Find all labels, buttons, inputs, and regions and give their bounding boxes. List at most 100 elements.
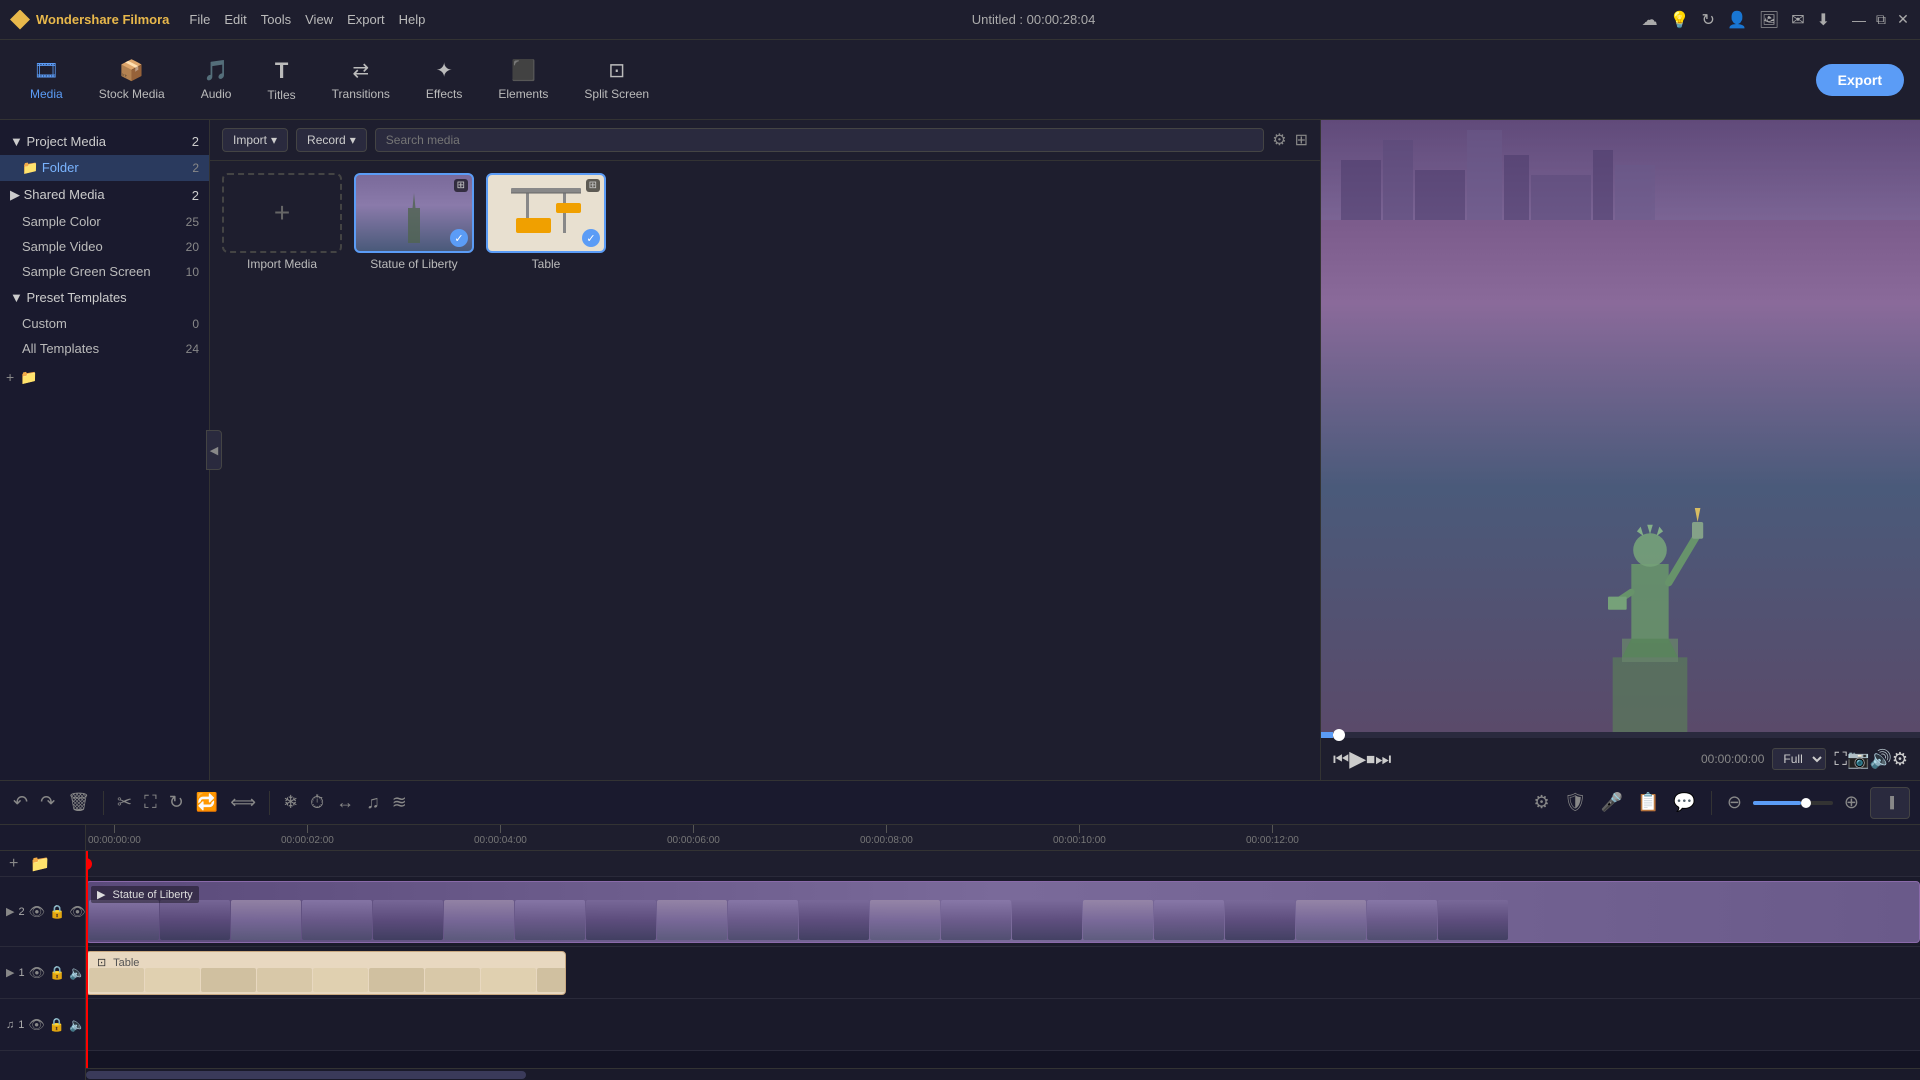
- add-to-timeline-icon[interactable]: +: [6, 369, 14, 386]
- scroll-thumb[interactable]: [86, 1071, 526, 1079]
- shield-button[interactable]: 🛡: [1561, 789, 1590, 816]
- tool-split-screen[interactable]: ⊡ Split Screen: [570, 52, 663, 107]
- menu-export[interactable]: Export: [347, 12, 385, 27]
- import-placeholder[interactable]: +: [222, 173, 342, 253]
- minimize-button[interactable]: —: [1852, 13, 1866, 27]
- filter-icon[interactable]: ⚙: [1272, 130, 1286, 150]
- tool-media[interactable]: 🎞 Media: [16, 52, 77, 107]
- import-button[interactable]: Import ▾: [222, 128, 288, 152]
- track-a1-vol[interactable]: 🔈: [69, 1017, 85, 1033]
- tool-transitions[interactable]: ⇄ Transitions: [318, 52, 404, 107]
- media-item-table[interactable]: ✓ ⊞ Table: [486, 173, 606, 271]
- track-a1-lock[interactable]: 🔒: [49, 1017, 65, 1033]
- new-folder-icon[interactable]: 📁: [20, 369, 37, 386]
- settings-tl-button[interactable]: ⚙: [1531, 789, 1553, 816]
- sample-video-item[interactable]: Sample Video 20: [0, 234, 209, 259]
- add-to-timeline-btn[interactable]: +: [6, 852, 21, 876]
- fullscreen-button[interactable]: ⛶: [1834, 749, 1847, 770]
- shared-media-header[interactable]: ▶ Shared Media 2: [0, 181, 209, 209]
- export-button[interactable]: Export: [1816, 64, 1904, 96]
- download-icon[interactable]: ⬇: [1817, 10, 1830, 30]
- statue-clip[interactable]: ▶ Statue of Liberty: [86, 881, 1920, 943]
- track-v1-expand[interactable]: ▶: [6, 966, 14, 979]
- timeline-scrollbar[interactable]: [86, 1068, 1920, 1080]
- track-a1-eye[interactable]: 👁: [28, 1017, 45, 1033]
- folder-item[interactable]: 📁 Folder 2: [0, 155, 209, 181]
- menu-edit[interactable]: Edit: [224, 12, 246, 27]
- all-templates-item[interactable]: All Templates 24: [0, 336, 209, 361]
- account-icon[interactable]: 👤: [1727, 10, 1747, 30]
- freeze-button[interactable]: ❄: [280, 789, 301, 816]
- play-pause-button[interactable]: ▶: [1349, 746, 1366, 772]
- record-button[interactable]: Record ▾: [296, 128, 367, 152]
- track-v2-expand[interactable]: ▶: [6, 905, 14, 918]
- sample-color-item[interactable]: Sample Color 25: [0, 209, 209, 234]
- quality-select[interactable]: Full 1/2 1/4: [1772, 748, 1826, 770]
- track-v1-vol[interactable]: 🔈: [69, 965, 85, 981]
- tool-titles[interactable]: T Titles: [253, 52, 309, 108]
- track-v2-vol[interactable]: 👁: [69, 904, 86, 920]
- redo-button[interactable]: ↷: [37, 789, 58, 816]
- mirror-button[interactable]: ⟺: [227, 789, 259, 816]
- stretch-button[interactable]: ↔: [333, 789, 357, 816]
- stop-button[interactable]: ⏹: [1366, 749, 1375, 770]
- undo-button[interactable]: ↶: [10, 789, 31, 816]
- table-clip[interactable]: ⊡ Table: [86, 951, 566, 995]
- menu-tools[interactable]: Tools: [261, 12, 291, 27]
- snapshot-button[interactable]: 📷: [1847, 749, 1869, 770]
- track-v1-lock[interactable]: 🔒: [49, 965, 65, 981]
- close-button[interactable]: ✕: [1896, 13, 1910, 27]
- seek-thumb[interactable]: [1333, 729, 1345, 741]
- mic-button[interactable]: 🎤: [1598, 789, 1626, 816]
- track-v1-eye[interactable]: 👁: [29, 965, 46, 981]
- cut-button[interactable]: ✂: [114, 789, 135, 816]
- skip-forward-button[interactable]: ⏭: [1375, 749, 1391, 770]
- bulb-icon[interactable]: 💡: [1670, 10, 1690, 30]
- refresh-icon[interactable]: ↻: [1702, 10, 1715, 30]
- maximize-button[interactable]: ⧉: [1874, 13, 1888, 27]
- menu-file[interactable]: File: [189, 12, 210, 27]
- playhead[interactable]: [86, 851, 88, 1068]
- media-add-button[interactable]: 📋: [1634, 789, 1662, 816]
- table-thumb[interactable]: ✓ ⊞: [486, 173, 606, 253]
- zoom-bar[interactable]: [1753, 801, 1833, 805]
- import-media-item[interactable]: + Import Media: [222, 173, 342, 271]
- statue-frame-strip: [87, 882, 1919, 942]
- new-folder-tl-btn[interactable]: 📁: [27, 851, 53, 877]
- panel-collapse-arrow[interactable]: ◀: [206, 430, 222, 470]
- zoom-out-button[interactable]: ⊖: [1724, 789, 1745, 816]
- tool-audio[interactable]: 🎵 Audio: [187, 52, 246, 107]
- zoom-in-button[interactable]: ⊕: [1841, 789, 1862, 816]
- menu-view[interactable]: View: [305, 12, 333, 27]
- motion-button[interactable]: ≋: [389, 789, 410, 816]
- preset-templates-header[interactable]: ▼ Preset Templates: [0, 284, 209, 311]
- media-item-statue[interactable]: ✓ ⊞ Statue of Liberty: [354, 173, 474, 271]
- menu-help[interactable]: Help: [399, 12, 426, 27]
- track-v2-eye[interactable]: 👁: [29, 904, 46, 920]
- statue-thumb[interactable]: ✓ ⊞: [354, 173, 474, 253]
- tool-effects[interactable]: ✦ Effects: [412, 52, 476, 107]
- custom-template-item[interactable]: Custom 0: [0, 311, 209, 336]
- speed-button[interactable]: ⏱: [307, 789, 327, 816]
- track-v2-lock[interactable]: 🔒: [49, 904, 65, 920]
- tool-elements[interactable]: ⬛ Elements: [484, 52, 562, 107]
- skip-back-button[interactable]: ⏮: [1333, 749, 1349, 770]
- photos-icon[interactable]: 🖼: [1759, 10, 1779, 30]
- mail-icon[interactable]: ✉: [1791, 10, 1804, 30]
- preview-seekbar[interactable]: [1321, 732, 1920, 738]
- crop-button[interactable]: ⛶: [141, 789, 160, 816]
- loop-button[interactable]: 🔁: [193, 789, 221, 816]
- audio-button[interactable]: ♫: [363, 789, 383, 816]
- frame-2: [231, 900, 301, 940]
- rotate-button[interactable]: ↻: [166, 789, 187, 816]
- volume-button[interactable]: 🔊: [1869, 749, 1891, 770]
- settings-button[interactable]: ⚙: [1892, 749, 1908, 770]
- project-media-header[interactable]: ▼ Project Media 2: [0, 128, 209, 155]
- search-input[interactable]: [375, 128, 1264, 152]
- cloud-icon[interactable]: ☁: [1642, 10, 1658, 30]
- grid-view-icon[interactable]: ⊞: [1295, 130, 1308, 150]
- delete-button[interactable]: 🗑: [64, 789, 93, 816]
- sample-green-screen-item[interactable]: Sample Green Screen 10: [0, 259, 209, 284]
- caption-button[interactable]: 💬: [1670, 789, 1698, 816]
- tool-stock-media[interactable]: 📦 Stock Media: [85, 52, 179, 107]
